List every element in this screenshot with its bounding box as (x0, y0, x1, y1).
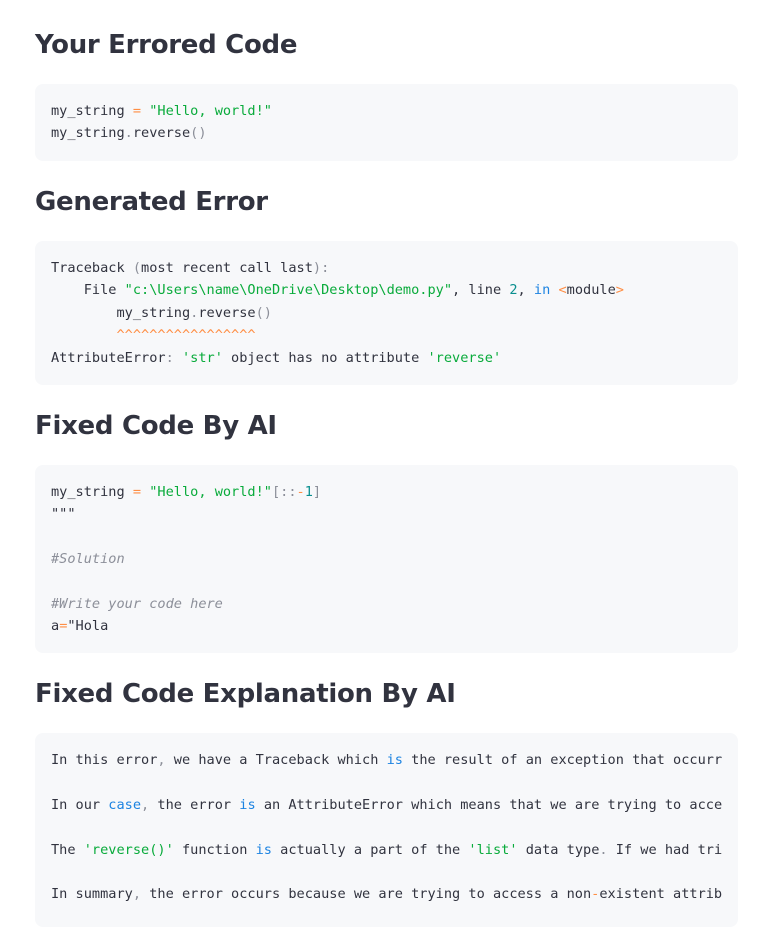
code-token: "Hola (67, 618, 109, 635)
code-token: is (239, 796, 256, 813)
code-line: File "c:\Users\name\OneDrive\Desktop\dem… (51, 279, 738, 301)
code-token: case (108, 796, 142, 813)
code-token: 2 (509, 282, 518, 299)
code-token: If we had tri (607, 841, 723, 858)
code-token: , (157, 752, 166, 768)
code-token: , (132, 886, 142, 903)
code-block-errored-code[interactable]: my_string = "Hello, world!" my_string.rev… (35, 84, 738, 161)
code-token: > (615, 282, 624, 299)
code-token: 'list' (468, 841, 518, 858)
code-token: Traceback (51, 260, 133, 276)
code-token: module (566, 282, 616, 299)
code-token: : (165, 349, 174, 366)
code-line: #Write your code here (51, 593, 738, 615)
code-line: my_string.reverse() (51, 302, 738, 324)
code-token: data type (517, 841, 600, 858)
code-token: the result of an exception that occurr (402, 752, 723, 768)
code-token: The (51, 841, 84, 858)
code-token: reverse (198, 304, 256, 321)
code-token: """ (51, 506, 76, 523)
code-token: File (51, 282, 125, 299)
code-token: 'str' (181, 349, 223, 366)
code-line: """ (51, 503, 738, 525)
code-line: a="Hola (51, 615, 738, 637)
code-token: = (132, 484, 142, 500)
code-line: Traceback (most recent call last): (51, 257, 738, 279)
code-line: my_string = "Hello, world!"[::-1] (51, 481, 738, 503)
code-token: , line (452, 282, 510, 299)
code-token: my_string (51, 304, 191, 321)
code-line: In this error, we have a Traceback which… (51, 749, 738, 771)
code-token: an AttributeError which means that we ar… (255, 796, 723, 813)
code-token: () (255, 304, 272, 321)
code-token: [:: (271, 484, 297, 500)
code-token: In our (51, 796, 109, 813)
code-token: - (296, 484, 305, 500)
code-token: the error (149, 796, 240, 813)
code-token: < (558, 282, 567, 299)
heading-generated-error: Generated Error (35, 187, 268, 217)
code-token: . (124, 125, 133, 142)
code-token: . (599, 841, 608, 858)
code-line: my_string.reverse() (51, 122, 738, 144)
code-token: object has no attribute (222, 349, 428, 366)
code-token: reverse (132, 125, 191, 142)
code-token: in (533, 282, 551, 299)
code-token: ] (312, 484, 322, 500)
code-line: In our case, the error is an AttributeEr… (51, 794, 738, 816)
code-line: The 'reverse()' function is actually a p… (51, 839, 738, 861)
code-token: is (386, 752, 403, 768)
code-token: ): (312, 260, 330, 276)
code-token: , (517, 282, 534, 299)
code-token: #Write your code here (51, 595, 223, 612)
code-token: "c:\Users\name\OneDrive\Desktop\demo.py" (124, 282, 453, 299)
code-token: In summary (51, 886, 133, 903)
code-token: ( (132, 260, 142, 276)
code-line: my_string = "Hello, world!" (51, 100, 738, 122)
code-token: #Solution (51, 551, 125, 568)
code-token: 'reverse' (427, 349, 502, 366)
code-token: existent attrib (599, 886, 723, 903)
code-token: my_string (51, 484, 133, 500)
code-token: we have a Traceback which (165, 752, 387, 768)
code-token: ^^^^^^^^^^^^^^^^^ (116, 327, 256, 344)
code-token: In this error (51, 752, 158, 768)
code-token: 1 (304, 484, 313, 500)
code-token: the error occurs because we are trying t… (141, 886, 592, 903)
code-line: AttributeError: 'str' object has no attr… (51, 347, 738, 369)
code-line: ^^^^^^^^^^^^^^^^^ (51, 324, 738, 346)
heading-errored-code: Your Errored Code (35, 30, 298, 60)
code-token: AttributeError (51, 349, 166, 366)
code-token: , (141, 796, 150, 813)
code-token: a (51, 618, 60, 635)
code-block-fixed-code-explanation[interactable]: In this error, we have a Traceback which… (35, 733, 738, 927)
code-line: In summary, the error occurs because we … (51, 883, 738, 905)
code-token: () (190, 125, 207, 142)
code-token: is (255, 841, 272, 858)
code-token: most recent call last (141, 260, 313, 276)
code-token: my_string (51, 125, 125, 142)
code-token: my_string (51, 103, 133, 119)
code-token: = (132, 103, 142, 119)
code-block-fixed-code[interactable]: my_string = "Hello, world!"[::-1]"""#Sol… (35, 465, 738, 653)
heading-fixed-code: Fixed Code By AI (35, 411, 277, 441)
code-block-generated-error[interactable]: Traceback (most recent call last): File … (35, 241, 738, 385)
code-token: "Hello, world!" (149, 103, 272, 119)
code-token: 'reverse()' (83, 841, 174, 858)
code-token: function (173, 841, 256, 858)
code-token: "Hello, world!" (149, 484, 272, 500)
code-token: actually a part of the (272, 841, 469, 858)
code-line: #Solution (51, 548, 738, 570)
heading-fixed-code-explanation: Fixed Code Explanation By AI (35, 679, 456, 709)
